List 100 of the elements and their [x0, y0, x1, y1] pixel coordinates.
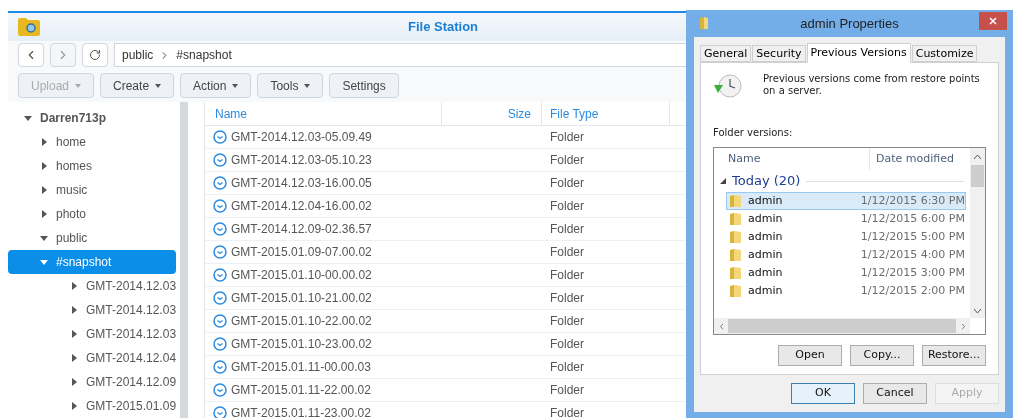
caret-icon[interactable]: [70, 378, 78, 386]
caret-icon[interactable]: [70, 282, 78, 290]
file-type: Folder: [549, 336, 584, 353]
file-name[interactable]: GMT-2014.12.04-16.00.02: [231, 197, 372, 215]
file-name[interactable]: GMT-2014.12.09-02.36.57: [231, 220, 372, 238]
file-type: Folder: [549, 129, 584, 146]
list-button[interactable]: Restore...: [922, 345, 986, 366]
refresh-button[interactable]: [82, 43, 108, 67]
caret-icon: [155, 83, 162, 88]
close-button[interactable]: [979, 12, 1007, 30]
caret-icon[interactable]: [40, 138, 48, 146]
tree-item[interactable]: GMT-2014.12.04: [8, 346, 176, 370]
caret-icon[interactable]: [70, 354, 78, 362]
toolbar-button[interactable]: Action: [180, 73, 252, 98]
folder-icon: [729, 230, 742, 244]
tab[interactable]: Previous Versions: [806, 43, 911, 63]
back-button[interactable]: [18, 43, 44, 67]
toolbar-button[interactable]: Settings: [329, 73, 399, 98]
scroll-thumb[interactable]: [728, 319, 956, 333]
file-type: Folder: [549, 382, 584, 399]
file-name[interactable]: GMT-2015.01.09-07.00.02: [231, 243, 372, 261]
column-header[interactable]: Name: [714, 148, 870, 170]
file-name[interactable]: GMT-2015.01.11-22.00.02: [231, 381, 371, 399]
file-name[interactable]: GMT-2014.12.03-05.10.23: [231, 151, 372, 169]
file-name[interactable]: GMT-2015.01.10-00.00.02: [231, 266, 372, 284]
tree-item[interactable]: GMT-2014.12.03: [8, 322, 176, 346]
file-name[interactable]: GMT-2015.01.11-00.00.03: [231, 358, 371, 376]
file-type: Folder: [549, 221, 584, 238]
caret-icon: [232, 83, 239, 88]
file-type: Folder: [549, 359, 584, 376]
tree-item[interactable]: music: [8, 178, 176, 202]
tree-item[interactable]: GMT-2015.01.09: [8, 394, 176, 418]
version-date: 1/12/2015 2:00 PM: [860, 282, 965, 299]
breadcrumb[interactable]: #snapshot: [176, 46, 232, 64]
caret-icon[interactable]: [40, 258, 48, 266]
version-row[interactable]: admin 1/12/2015 6:00 PM: [726, 210, 966, 228]
tab[interactable]: Security: [752, 45, 806, 62]
version-row[interactable]: admin 1/12/2015 6:30 PM: [726, 192, 966, 210]
file-type: Folder: [549, 290, 584, 307]
dialog-button[interactable]: OK: [791, 383, 855, 404]
caret-icon[interactable]: [24, 114, 32, 122]
file-name[interactable]: GMT-2015.01.10-23.00.02: [231, 335, 372, 353]
caret-icon[interactable]: [40, 234, 48, 242]
tree-item[interactable]: public: [8, 226, 176, 250]
folder-icon: [729, 248, 742, 262]
vertical-scrollbar[interactable]: [970, 148, 985, 318]
tab[interactable]: General: [700, 45, 752, 62]
scroll-thumb[interactable]: [971, 165, 984, 187]
breadcrumb[interactable]: public: [122, 46, 154, 64]
version-row[interactable]: admin 1/12/2015 3:00 PM: [726, 264, 966, 282]
folder-icon: [729, 194, 742, 208]
caret-icon[interactable]: [70, 330, 78, 338]
tree-item[interactable]: GMT-2014.12.03: [8, 298, 176, 322]
tree-item[interactable]: Darren713p: [8, 106, 176, 130]
file-name[interactable]: GMT-2014.12.03-05.09.49: [231, 128, 372, 146]
scroll-up-icon[interactable]: [974, 154, 981, 159]
list-button[interactable]: Open: [778, 345, 842, 366]
collapse-icon[interactable]: [720, 178, 726, 184]
toolbar-button[interactable]: Tools: [257, 73, 324, 98]
clock-icon: [213, 130, 227, 144]
clock-icon: [213, 383, 227, 397]
column-header[interactable]: Name: [205, 102, 442, 125]
column-header[interactable]: Date modified: [870, 150, 954, 168]
tree-item[interactable]: GMT-2014.12.03: [8, 274, 176, 298]
file-type: Folder: [549, 244, 584, 261]
folder-icon: [729, 212, 742, 226]
toolbar-button[interactable]: Create: [100, 73, 175, 98]
file-name[interactable]: GMT-2014.12.03-16.00.05: [231, 174, 372, 192]
tree-item[interactable]: homes: [8, 154, 176, 178]
version-row[interactable]: admin 1/12/2015 4:00 PM: [726, 246, 966, 264]
caret-icon[interactable]: [40, 186, 48, 194]
file-name[interactable]: GMT-2015.01.11-23.00.02: [231, 404, 371, 418]
dialog-button[interactable]: Cancel: [863, 383, 927, 404]
column-header[interactable]: File Type: [542, 102, 670, 125]
column-header[interactable]: Size: [442, 102, 542, 125]
version-name: admin: [748, 192, 783, 209]
horizontal-scrollbar[interactable]: [714, 318, 970, 334]
caret-icon[interactable]: [70, 402, 78, 410]
version-date: 1/12/2015 6:30 PM: [860, 192, 965, 209]
tab[interactable]: Customize: [911, 45, 978, 62]
list-button[interactable]: Copy...: [850, 345, 914, 366]
version-row[interactable]: admin 1/12/2015 2:00 PM: [726, 282, 966, 300]
tree-item[interactable]: home: [8, 130, 176, 154]
version-date: 1/12/2015 6:00 PM: [860, 210, 965, 227]
caret-icon[interactable]: [40, 162, 48, 170]
clock-icon: [213, 222, 227, 236]
group-header[interactable]: Today (20): [732, 171, 801, 191]
version-row[interactable]: admin 1/12/2015 5:00 PM: [726, 228, 966, 246]
info-text: Previous versions come from restore points on a server.: [763, 73, 981, 98]
caret-icon[interactable]: [70, 306, 78, 314]
clock-icon: [213, 360, 227, 374]
tree-item[interactable]: GMT-2014.12.09: [8, 370, 176, 394]
file-name[interactable]: GMT-2015.01.10-22.00.02: [231, 312, 372, 330]
scroll-down-icon[interactable]: [974, 309, 981, 314]
path-field[interactable]: public #snapshot: [114, 43, 688, 67]
clock-icon: [213, 153, 227, 167]
file-name[interactable]: GMT-2015.01.10-21.00.02: [231, 289, 372, 307]
caret-icon[interactable]: [40, 210, 48, 218]
tree-item[interactable]: photo: [8, 202, 176, 226]
file-type: Folder: [549, 198, 584, 215]
